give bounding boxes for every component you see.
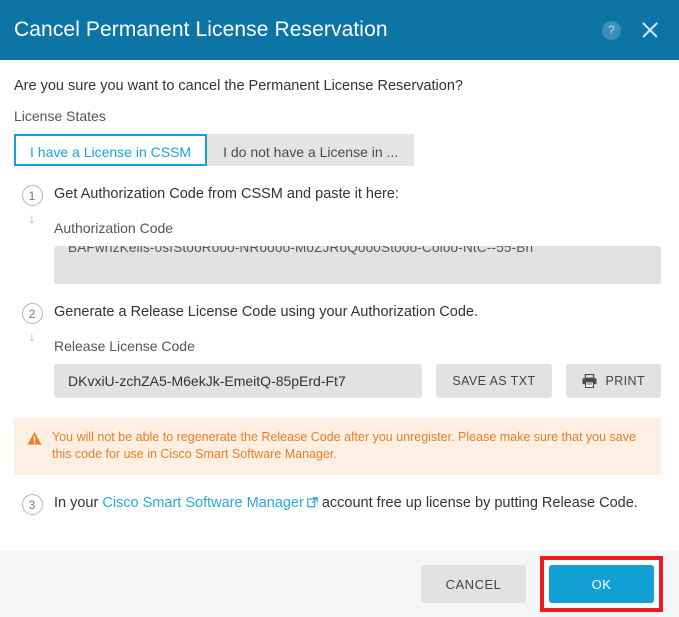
warning-triangle-icon [27, 432, 42, 445]
step-3-marker: 3 [14, 493, 50, 515]
release-license-code-label: Release License Code [54, 338, 195, 354]
authorization-code-label: Authorization Code [54, 220, 174, 236]
license-states-tabs: I have a License in CSSM I do not have a… [14, 134, 661, 166]
step-3-instruction: In your Cisco Smart Software Manager acc… [54, 493, 661, 513]
step-3-content: In your Cisco Smart Software Manager acc… [50, 493, 661, 529]
save-as-txt-label: SAVE AS TXT [452, 374, 536, 388]
step-1: 1 ↓ Get Authorization Code from CSSM and… [14, 184, 661, 302]
warning-banner: You will not be able to regenerate the R… [14, 418, 661, 475]
ok-button-highlight: OK [540, 556, 663, 612]
print-label: PRINT [605, 374, 645, 388]
help-circle-icon[interactable]: ? [602, 20, 621, 40]
license-states-label: License States [14, 108, 106, 124]
step-3-text-before: In your [54, 495, 103, 511]
step-1-number: 1 [21, 185, 43, 206]
step-2-marker: 2 ↓ [14, 302, 50, 343]
page-title: Cancel Permanent License Reservation [14, 18, 388, 41]
step-2: 2 ↓ Generate a Release License Code usin… [14, 302, 661, 418]
dialog-body: Are you sure you want to cancel the Perm… [0, 60, 679, 551]
authorization-code-value: BAFwrizKeils-0sfStooRooo-NRoooo-MoZJRoQo… [68, 246, 534, 255]
step-3-number: 3 [21, 494, 43, 515]
step-2-instruction: Generate a Release License Code using yo… [54, 304, 478, 320]
print-button[interactable]: PRINT [565, 364, 661, 398]
printer-icon [582, 374, 596, 388]
save-as-txt-button[interactable]: SAVE AS TXT [436, 364, 552, 398]
tab-no-license-in-cssm[interactable]: I do not have a License in ... [207, 134, 415, 166]
dialog-footer: CANCEL OK [0, 551, 679, 617]
ok-button[interactable]: OK [549, 565, 654, 603]
release-license-code-value[interactable]: DKvxiU-zchZA5-M6ekJk-EmeitQ-85pErd-Ft7 [54, 364, 423, 398]
warning-text: You will not be able to regenerate the R… [52, 430, 636, 461]
step-2-content: Generate a Release License Code using yo… [50, 302, 661, 418]
step-2-number: 2 [21, 303, 43, 324]
step-3-text-after: account free up license by putting Relea… [317, 495, 638, 511]
step-1-marker: 1 ↓ [14, 184, 50, 225]
step-2-arrow-down-icon: ↓ [28, 328, 36, 344]
step-3: 3 In your Cisco Smart Software Manager a… [14, 493, 661, 529]
dialog-header: Cancel Permanent License Reservation ? [0, 0, 679, 60]
header-icon-group: ? [602, 19, 661, 41]
release-code-row: DKvxiU-zchZA5-M6ekJk-EmeitQ-85pErd-Ft7 S… [54, 364, 661, 398]
authorization-code-input[interactable]: BAFwrizKeils-0sfStooRooo-NRoooo-MoZJRoQo… [54, 246, 661, 284]
close-icon[interactable] [639, 19, 661, 41]
confirmation-question: Are you sure you want to cancel the Perm… [14, 78, 463, 94]
cancel-plr-dialog: Cancel Permanent License Reservation ? A… [0, 0, 679, 617]
tab-have-license-in-cssm[interactable]: I have a License in CSSM [14, 134, 208, 166]
cisco-smart-software-manager-link[interactable]: Cisco Smart Software Manager [102, 495, 303, 511]
external-link-icon[interactable] [306, 497, 318, 508]
step-1-instruction: Get Authorization Code from CSSM and pas… [54, 186, 399, 202]
step-1-content: Get Authorization Code from CSSM and pas… [50, 184, 661, 302]
cancel-button[interactable]: CANCEL [421, 565, 526, 603]
step-1-arrow-down-icon: ↓ [28, 210, 36, 226]
